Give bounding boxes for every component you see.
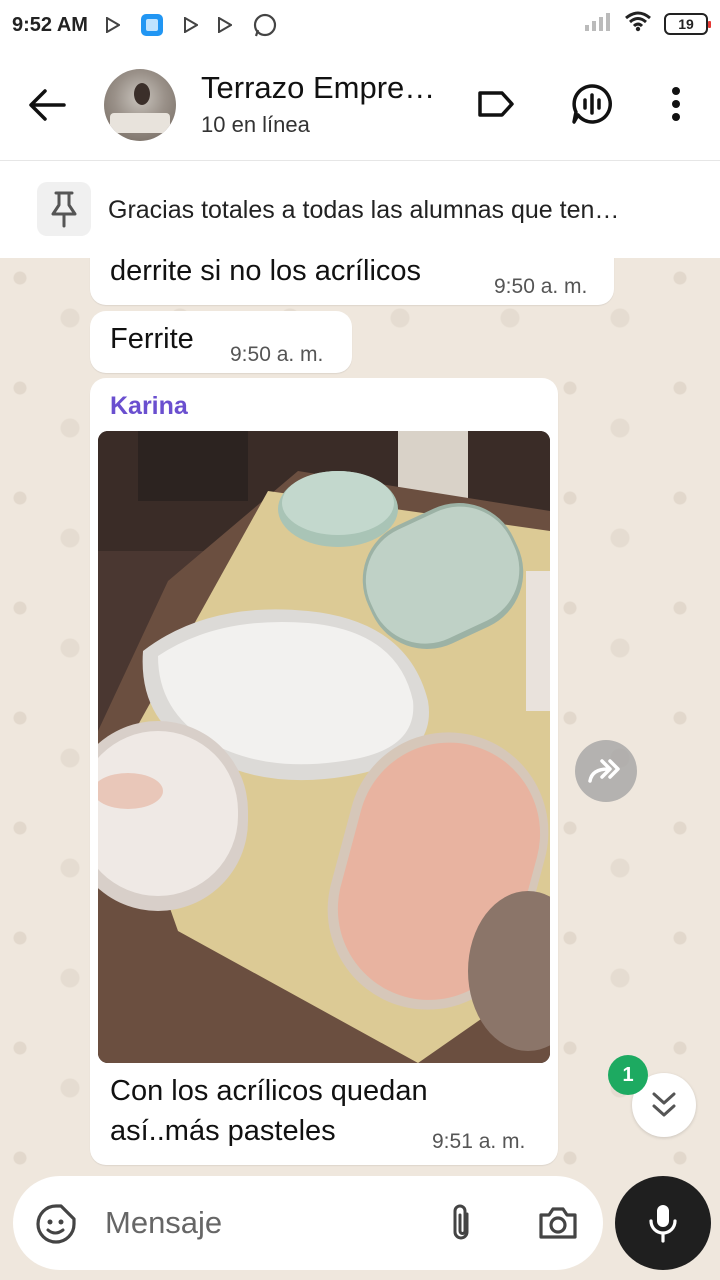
wifi-icon [624,10,652,38]
play-store-icon [183,17,198,33]
pinned-message-text: Gracias totales a todas las alumnas que … [108,196,620,224]
chat-title-block[interactable]: Terrazo Empre… 10 en línea [201,70,449,138]
pinned-message-bar[interactable]: Gracias totales a todas las alumnas que … [0,160,720,258]
label-button[interactable] [476,84,516,129]
camera-button[interactable] [537,1205,579,1246]
arrow-left-icon [29,89,66,121]
voice-chat-icon [572,84,612,124]
chat-header: Terrazo Empre… 10 en línea [0,50,720,160]
back-button[interactable] [28,88,66,127]
camera-icon [539,1207,577,1239]
battery-indicator: 19 [664,13,711,35]
message-time: 9:51 a. m. [432,1130,526,1153]
sticker-icon [36,1204,76,1244]
pin-badge [37,182,91,236]
message-time: 9:50 a. m. [494,275,588,298]
message-input[interactable]: Mensaje [105,1205,222,1241]
sender-name[interactable]: Karina [110,392,188,421]
chat-subtitle: 10 en línea [201,112,310,137]
message-text: Ferrite [110,323,194,355]
attach-button[interactable] [447,1202,475,1249]
message-time: 9:50 a. m. [230,343,324,366]
signal-icon [584,11,612,37]
caption-line-2: así..más pasteles [110,1115,336,1147]
play-store-icon [217,17,232,33]
image-message-bubble[interactable]: Karina Con los acrílicos quedan así..más… [90,378,558,1165]
message-text: derrite si no los acrílicos [110,258,422,287]
message-photo[interactable] [98,431,550,1063]
microphone-icon [649,1205,677,1243]
status-time: 9:52 AM [12,13,88,36]
sticker-button[interactable] [35,1203,77,1250]
message-bubble[interactable]: Ferrite 9:50 a. m. [90,311,352,373]
pin-icon [51,191,77,228]
chat-title: Terrazo Empre… [201,70,436,105]
label-tag-icon [478,91,514,117]
chat-area: derrite si no los acrílicos 9:50 a. m. F… [0,258,720,1173]
group-avatar[interactable] [104,69,176,141]
photo-image [98,431,550,1063]
paperclip-icon [453,1204,469,1240]
voice-chat-button[interactable] [570,82,614,131]
message-bubble[interactable]: derrite si no los acrílicos 9:50 a. m. [90,258,614,305]
message-composer[interactable]: Mensaje [13,1176,603,1270]
whatsapp-icon [252,12,278,38]
battery-level: 19 [678,16,694,32]
unread-count-badge: 1 [608,1055,648,1095]
forward-icon [588,759,620,783]
play-store-icon [105,17,120,33]
forward-button[interactable] [575,740,637,802]
double-chevron-down-icon [652,1092,676,1117]
more-vertical-icon [672,87,680,121]
voice-record-button[interactable] [615,1176,711,1270]
app-notification-icon [140,13,164,37]
caption-line-1: Con los acrílicos quedan [110,1075,428,1107]
status-bar: 9:52 AM 19 [0,0,720,50]
more-options-button[interactable] [670,86,682,127]
